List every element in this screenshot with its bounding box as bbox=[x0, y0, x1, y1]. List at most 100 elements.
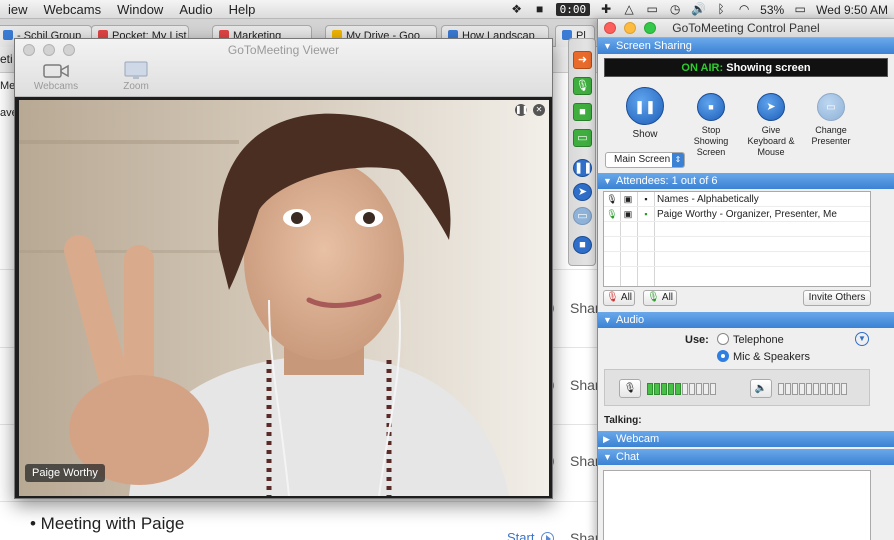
level-segment bbox=[703, 382, 709, 395]
expand-triangle-icon: ▶ bbox=[603, 434, 610, 444]
control-panel: GoToMeeting Control Panel ▼ Screen Sharin… bbox=[597, 19, 894, 540]
control-panel-title: GoToMeeting Control Panel bbox=[672, 21, 820, 35]
chat-header[interactable]: ▼ Chat bbox=[598, 449, 894, 465]
show-screen-button[interactable]: ❚❚ Show bbox=[620, 87, 670, 140]
presenter-video-frame bbox=[19, 100, 549, 496]
webcam-icon bbox=[31, 61, 81, 81]
screen-share-icon[interactable]: ▭ bbox=[573, 129, 592, 147]
level-segment bbox=[792, 382, 798, 395]
level-segment bbox=[813, 382, 819, 395]
invite-others-button[interactable]: Invite Others bbox=[803, 290, 871, 306]
telephone-radio[interactable] bbox=[717, 333, 729, 345]
zoom-button[interactable] bbox=[644, 22, 656, 34]
chat-log[interactable] bbox=[603, 470, 871, 540]
pause-video-button[interactable]: ❚❚ bbox=[515, 104, 528, 116]
recording-timer[interactable]: 0:00 bbox=[555, 3, 591, 16]
menu-view[interactable]: iew bbox=[0, 2, 36, 17]
cursor-icon: ➤ bbox=[757, 93, 785, 121]
minimize-button[interactable] bbox=[624, 22, 636, 34]
airplay-icon[interactable]: ▭ bbox=[645, 3, 659, 16]
clock[interactable]: Wed 9:50 AM bbox=[816, 3, 888, 17]
viewer-window: GoToMeeting Viewer Webcams Zoom ❚❚ ✕ Pai… bbox=[14, 38, 553, 499]
change-presenter-icon[interactable]: ▭ bbox=[573, 207, 592, 225]
stop-showing-icon[interactable]: ■ bbox=[573, 236, 592, 254]
mic-mute-button[interactable]: 🎙 bbox=[619, 379, 641, 398]
edge-text: eti bbox=[0, 52, 13, 66]
drive-icon[interactable]: △ bbox=[622, 3, 636, 16]
webcam-icon[interactable]: ■ bbox=[573, 103, 592, 121]
window-controls bbox=[604, 22, 656, 34]
share-link[interactable]: Shar bbox=[570, 300, 600, 316]
volume-icon[interactable]: 🔊 bbox=[691, 3, 706, 16]
audio-options-icon[interactable]: ▼ bbox=[855, 332, 869, 346]
speaker-mute-button[interactable]: 🔈 bbox=[750, 379, 772, 398]
share-link[interactable]: Shar bbox=[570, 377, 600, 393]
viewer-titlebar[interactable]: GoToMeeting Viewer Webcams Zoom bbox=[15, 39, 552, 97]
menu-help[interactable]: Help bbox=[221, 2, 264, 17]
keyboard-mouse-icon[interactable]: ➤ bbox=[573, 183, 592, 201]
menu-webcams[interactable]: Webcams bbox=[36, 2, 110, 17]
change-presenter-button[interactable]: ▭ Change Presenter bbox=[806, 93, 856, 147]
pause-icon[interactable]: ❚❚ bbox=[573, 159, 592, 177]
level-segment bbox=[668, 382, 674, 395]
camera-icon: ▪ bbox=[644, 194, 648, 204]
show-label: Show bbox=[632, 129, 658, 140]
talking-label: Talking: bbox=[604, 415, 642, 426]
close-button[interactable] bbox=[604, 22, 616, 34]
monitor-icon bbox=[111, 61, 161, 81]
dropbox-icon[interactable]: ❖ bbox=[510, 3, 524, 16]
mute-all-button[interactable]: 🎙 All bbox=[603, 290, 635, 306]
give-keyboard-mouse-button[interactable]: ➤ Give Keyboard & Mouse bbox=[746, 93, 796, 158]
level-segment bbox=[778, 382, 784, 395]
level-segment bbox=[785, 382, 791, 395]
start-meeting-link[interactable]: Start bbox=[507, 530, 534, 540]
attendee-sort-row[interactable]: 🎙 ▣ ▪ Names - Alphabetically bbox=[604, 192, 870, 207]
share-link[interactable]: Shar bbox=[570, 530, 600, 540]
close-video-button[interactable]: ✕ bbox=[533, 104, 545, 116]
share-link[interactable]: Shar bbox=[570, 453, 600, 469]
microphone-icon[interactable]: 🎙 bbox=[573, 77, 592, 95]
audio-title: Audio bbox=[616, 314, 645, 326]
screen-icon: ▣ bbox=[623, 194, 633, 204]
sort-label: Names - Alphabetically bbox=[657, 194, 759, 205]
invite-label: Invite Others bbox=[808, 292, 866, 303]
evernote-icon[interactable]: ■ bbox=[533, 3, 547, 16]
mic-speakers-radio[interactable] bbox=[717, 350, 729, 362]
screen-select[interactable]: Main Screen ⇕ bbox=[605, 152, 685, 168]
zoom-menu[interactable]: Zoom bbox=[111, 61, 161, 92]
battery-percent: 53% bbox=[760, 2, 785, 17]
stop-showing-button[interactable]: ■ Stop Showing Screen bbox=[686, 93, 736, 158]
screen-select-value: Main Screen bbox=[614, 154, 671, 165]
wifi-icon[interactable]: ◠ bbox=[737, 3, 751, 16]
list-divider bbox=[0, 501, 600, 502]
attendee-list: 🎙 ▣ ▪ Names - Alphabetically 🎙 ▣ ▪ Paige… bbox=[603, 191, 871, 287]
time-machine-icon[interactable]: ◷ bbox=[668, 3, 682, 16]
unmute-all-button[interactable]: 🎙 All bbox=[643, 290, 677, 306]
webcam-header[interactable]: ▶ Webcam bbox=[598, 431, 894, 447]
level-segment bbox=[841, 382, 847, 395]
menu-window[interactable]: Window bbox=[109, 2, 171, 17]
control-panel-titlebar[interactable]: GoToMeeting Control Panel bbox=[598, 19, 894, 38]
mute-all-label: All bbox=[620, 292, 633, 303]
mic-speakers-option[interactable]: Mic & Speakers bbox=[717, 350, 810, 363]
bluetooth-icon[interactable]: ᛒ bbox=[714, 3, 728, 16]
gotomeeting-icon[interactable]: ✚ bbox=[599, 3, 613, 16]
battery-icon[interactable]: ▭ bbox=[793, 3, 807, 16]
collapse-panel-icon[interactable]: ➜ bbox=[573, 51, 592, 69]
stop-label: Stop Showing Screen bbox=[693, 125, 729, 157]
attendee-row-empty bbox=[604, 237, 870, 252]
telephone-option[interactable]: Telephone bbox=[717, 333, 784, 346]
menu-audio[interactable]: Audio bbox=[171, 2, 220, 17]
screen-sharing-header[interactable]: ▼ Screen Sharing bbox=[598, 38, 894, 54]
start-meeting-icon[interactable] bbox=[541, 532, 554, 540]
microphone-icon: 🎙 bbox=[623, 383, 637, 394]
audio-header[interactable]: ▼ Audio bbox=[598, 312, 894, 328]
level-segment bbox=[806, 382, 812, 395]
attendee-row[interactable]: 🎙 ▣ ▪ Paige Worthy - Organizer, Presente… bbox=[604, 207, 870, 222]
webcam-video: ❚❚ ✕ Paige Worthy bbox=[19, 100, 549, 496]
level-segment bbox=[827, 382, 833, 395]
webcams-button[interactable]: Webcams bbox=[31, 61, 81, 92]
use-label: Use: bbox=[685, 334, 709, 346]
menu-bar: iew Webcams Window Audio Help ❖ ■ 0:00 ✚… bbox=[0, 0, 894, 19]
attendees-header[interactable]: ▼ Attendees: 1 out of 6 bbox=[598, 173, 894, 189]
